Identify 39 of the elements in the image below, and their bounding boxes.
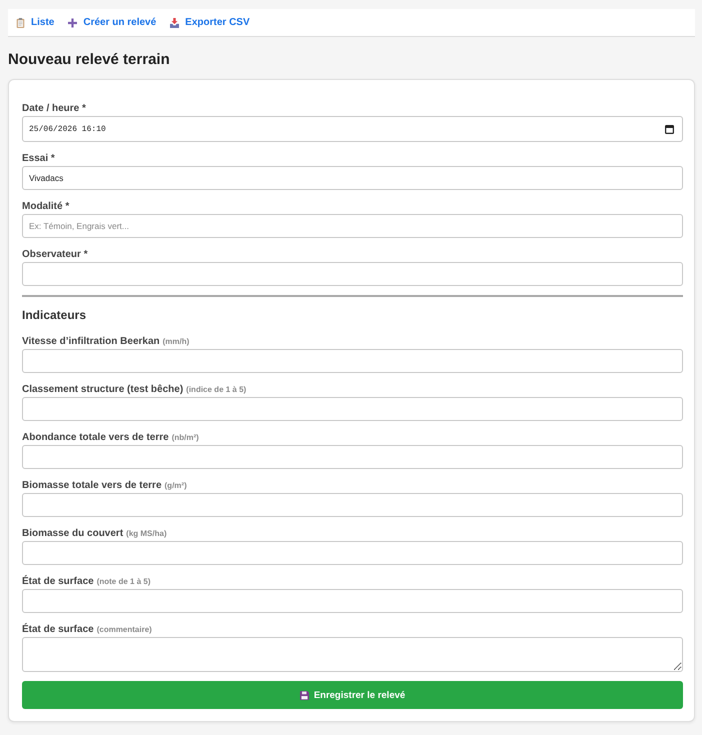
unit-hint: (note de 1 à 5) — [96, 577, 150, 586]
input-field[interactable]: Vivadacs — [22, 166, 683, 190]
nav-link[interactable]: Exporter CSV — [170, 17, 250, 28]
input-field[interactable] — [22, 445, 683, 469]
nav-link[interactable]: Liste — [16, 17, 54, 28]
input-field[interactable] — [22, 493, 683, 517]
field-label: Biomasse du couvert — [22, 528, 124, 539]
unit-hint: (indice de 1 à 5) — [186, 385, 246, 394]
textarea-field[interactable] — [22, 637, 683, 672]
input-field[interactable] — [22, 397, 683, 421]
input-field[interactable] — [22, 349, 683, 373]
datetime-field[interactable]: 25/06/2026 16:10 — [22, 116, 683, 142]
field-label: Classement structure (test bêche) — [22, 384, 184, 395]
unit-hint: (kg MS/ha) — [126, 529, 167, 538]
field-label: Observateur * — [22, 249, 88, 260]
unit-hint: (mm/h) — [162, 337, 190, 346]
field-label: Vitesse d’infiltration Beerkan — [22, 336, 160, 347]
nav-link[interactable]: Créer un relevé — [68, 17, 156, 28]
field-label: Abondance totale vers de terre — [22, 432, 169, 443]
section-heading: Indicateurs — [22, 307, 88, 324]
page-title: Nouveau relevé terrain — [8, 50, 171, 69]
field-label: Essai * — [22, 153, 55, 164]
input-field[interactable] — [22, 262, 683, 286]
field-label: Modalité * — [22, 201, 70, 212]
unit-hint: (g/m²) — [164, 481, 187, 490]
field-label: Date / heure * — [22, 103, 86, 114]
unit-hint: (nb/m²) — [172, 433, 199, 442]
input-field[interactable] — [22, 589, 683, 613]
input-field[interactable]: Ex: Témoin, Engrais vert... — [22, 214, 683, 238]
input-field[interactable] — [22, 541, 683, 565]
field-label: État de surface — [22, 624, 94, 635]
unit-hint: (commentaire) — [96, 625, 152, 634]
save-button[interactable]: Enregistrer le relevé — [22, 681, 683, 709]
calendar-icon[interactable] — [665, 124, 674, 134]
clipboard-icon — [16, 18, 25, 28]
field-label: Biomasse totale vers de terre — [22, 480, 162, 491]
field-label: État de surface — [22, 576, 94, 587]
plus-icon — [68, 18, 78, 28]
tray-download-icon — [170, 18, 180, 28]
